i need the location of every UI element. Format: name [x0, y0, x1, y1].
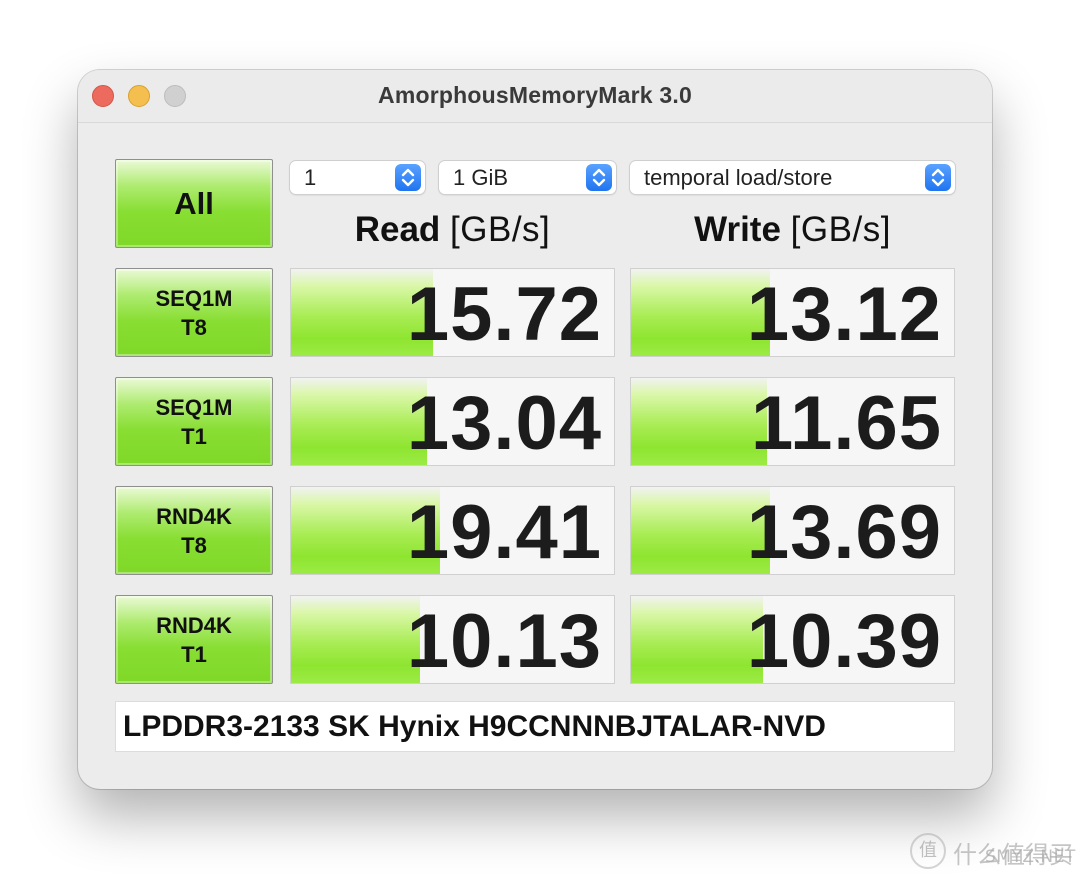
watermark-site: SMYZ.NET — [985, 847, 1076, 867]
result-value: 10.13 — [406, 599, 602, 684]
run-all-button[interactable]: All — [115, 159, 273, 248]
test-name-line2: T8 — [181, 532, 207, 558]
test-name-line2: T8 — [181, 314, 207, 340]
run-seq1m-t1-button[interactable]: SEQ1M T1 — [115, 377, 273, 466]
result-level-bar — [631, 378, 767, 465]
seq1m-t1-write-result: 11.65 — [630, 377, 955, 466]
rnd4k-t8-write-result: 13.69 — [630, 486, 955, 575]
test-name-line1: SEQ1M — [155, 394, 233, 420]
result-value: 10.39 — [746, 599, 942, 684]
window-title: AmorphousMemoryMark 3.0 — [378, 82, 692, 108]
seq1m-t8-write-result: 13.12 — [630, 268, 955, 357]
read-column-header: Read [GB/s] — [290, 210, 615, 250]
read-header-unit: [GB/s] — [450, 210, 551, 249]
title-bar: AmorphousMemoryMark 3.0 — [78, 70, 992, 123]
run-rnd4k-t1-button[interactable]: RND4K T1 — [115, 595, 273, 684]
result-value: 15.72 — [406, 272, 602, 357]
run-rnd4k-t8-button[interactable]: RND4K T8 — [115, 486, 273, 575]
seq1m-t1-read-result: 13.04 — [290, 377, 615, 466]
result-value: 11.65 — [751, 381, 942, 466]
run-seq1m-t8-button[interactable]: SEQ1M T8 — [115, 268, 273, 357]
result-value: 13.04 — [406, 381, 602, 466]
run-all-label: All — [174, 185, 214, 221]
result-value: 19.41 — [406, 490, 602, 575]
rnd4k-t1-write-result: 10.39 — [630, 595, 955, 684]
write-header-unit: [GB/s] — [790, 210, 891, 249]
rnd4k-t8-read-result: 19.41 — [290, 486, 615, 575]
test-count-value: 1 — [304, 165, 317, 190]
test-size-select[interactable]: 1 GiB — [439, 161, 616, 194]
read-header-label: Read — [354, 210, 441, 249]
test-mode-value: temporal load/store — [644, 165, 833, 190]
app-window: AmorphousMemoryMark 3.0 All 1 1 GiB temp… — [78, 70, 992, 789]
seq1m-t8-read-result: 15.72 — [290, 268, 615, 357]
rnd4k-t1-read-result: 10.13 — [290, 595, 615, 684]
result-value: 13.69 — [746, 490, 942, 575]
write-header-label: Write — [694, 210, 781, 249]
test-name-line1: RND4K — [156, 612, 232, 638]
test-size-value: 1 GiB — [453, 165, 509, 190]
test-count-select[interactable]: 1 — [290, 161, 425, 194]
updown-chevron-icon — [586, 164, 612, 191]
comment-field[interactable]: LPDDR3-2133 SK Hynix H9CCNNNBJTALAR-NVD — [115, 701, 955, 752]
test-name-line2: T1 — [181, 641, 207, 667]
test-name-line1: RND4K — [156, 503, 232, 529]
result-level-bar — [631, 596, 764, 683]
watermark-logo: 值 — [910, 833, 946, 869]
test-mode-select[interactable]: temporal load/store — [630, 161, 955, 194]
test-name-line2: T1 — [181, 423, 207, 449]
result-value: 13.12 — [746, 272, 942, 357]
updown-chevron-icon — [925, 164, 951, 191]
result-level-bar — [291, 596, 421, 683]
test-name-line1: SEQ1M — [155, 285, 233, 311]
updown-chevron-icon — [395, 164, 421, 191]
write-column-header: Write [GB/s] — [630, 210, 955, 250]
